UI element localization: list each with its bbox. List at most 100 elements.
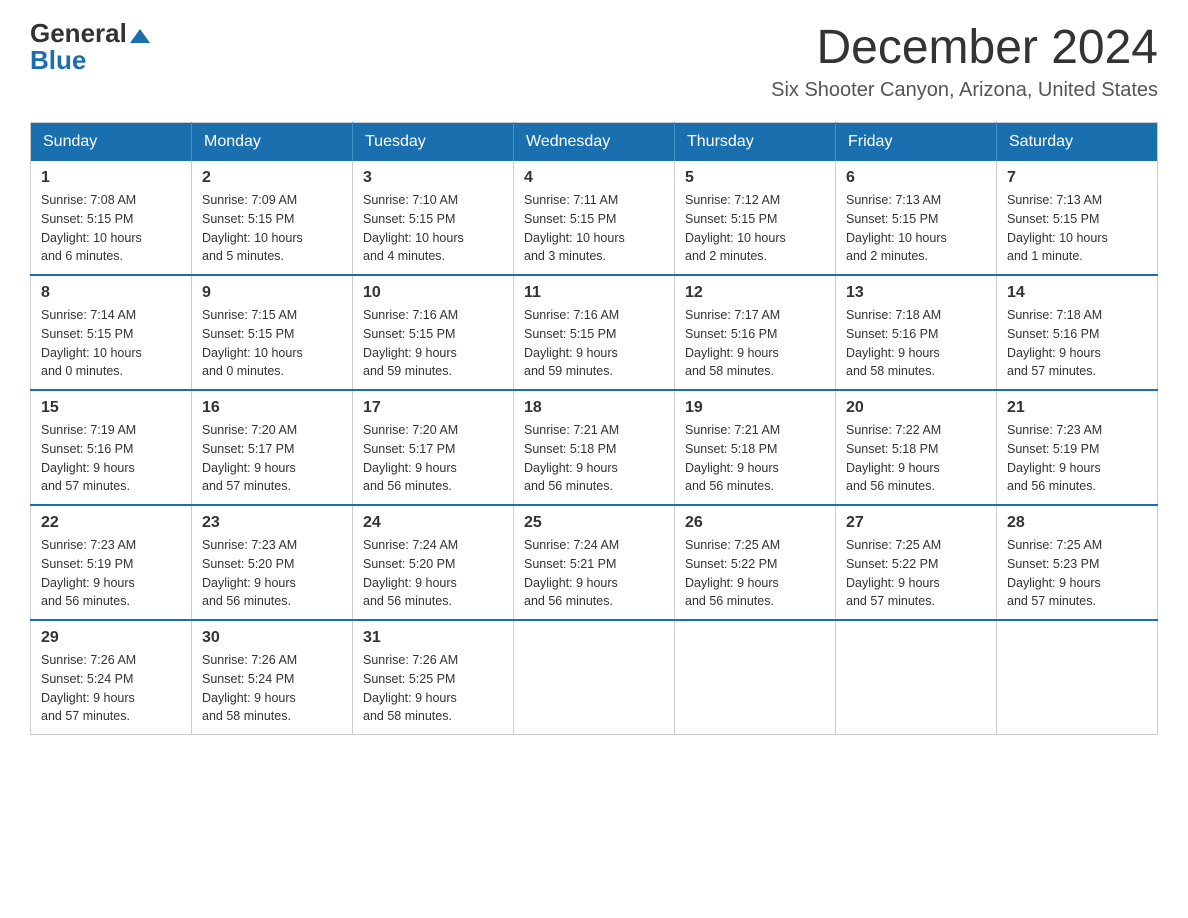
table-row: 16 Sunrise: 7:20 AMSunset: 5:17 PMDayligh… bbox=[192, 390, 353, 505]
calendar-week-row: 22 Sunrise: 7:23 AMSunset: 5:19 PMDayligh… bbox=[31, 505, 1158, 620]
table-row: 14 Sunrise: 7:18 AMSunset: 5:16 PMDayligh… bbox=[997, 275, 1158, 390]
day-info: Sunrise: 7:13 AMSunset: 5:15 PMDaylight:… bbox=[846, 191, 986, 266]
day-number: 28 bbox=[1007, 514, 1147, 532]
table-row: 30 Sunrise: 7:26 AMSunset: 5:24 PMDayligh… bbox=[192, 620, 353, 735]
day-info: Sunrise: 7:15 AMSunset: 5:15 PMDaylight:… bbox=[202, 306, 342, 381]
month-title: December 2024 bbox=[771, 20, 1158, 75]
day-info: Sunrise: 7:23 AMSunset: 5:20 PMDaylight:… bbox=[202, 536, 342, 611]
header-tuesday: Tuesday bbox=[353, 123, 514, 162]
day-info: Sunrise: 7:26 AMSunset: 5:24 PMDaylight:… bbox=[202, 651, 342, 726]
day-info: Sunrise: 7:22 AMSunset: 5:18 PMDaylight:… bbox=[846, 421, 986, 496]
table-row: 7 Sunrise: 7:13 AMSunset: 5:15 PMDaylight… bbox=[997, 161, 1158, 275]
table-row: 28 Sunrise: 7:25 AMSunset: 5:23 PMDayligh… bbox=[997, 505, 1158, 620]
day-info: Sunrise: 7:13 AMSunset: 5:15 PMDaylight:… bbox=[1007, 191, 1147, 266]
day-info: Sunrise: 7:25 AMSunset: 5:22 PMDaylight:… bbox=[846, 536, 986, 611]
day-number: 4 bbox=[524, 169, 664, 187]
day-info: Sunrise: 7:17 AMSunset: 5:16 PMDaylight:… bbox=[685, 306, 825, 381]
day-info: Sunrise: 7:14 AMSunset: 5:15 PMDaylight:… bbox=[41, 306, 181, 381]
day-number: 13 bbox=[846, 284, 986, 302]
day-number: 1 bbox=[41, 169, 181, 187]
day-info: Sunrise: 7:20 AMSunset: 5:17 PMDaylight:… bbox=[363, 421, 503, 496]
day-info: Sunrise: 7:08 AMSunset: 5:15 PMDaylight:… bbox=[41, 191, 181, 266]
day-info: Sunrise: 7:23 AMSunset: 5:19 PMDaylight:… bbox=[1007, 421, 1147, 496]
day-number: 15 bbox=[41, 399, 181, 417]
day-info: Sunrise: 7:24 AMSunset: 5:20 PMDaylight:… bbox=[363, 536, 503, 611]
calendar-week-row: 8 Sunrise: 7:14 AMSunset: 5:15 PMDaylight… bbox=[31, 275, 1158, 390]
day-number: 7 bbox=[1007, 169, 1147, 187]
day-info: Sunrise: 7:18 AMSunset: 5:16 PMDaylight:… bbox=[846, 306, 986, 381]
day-number: 2 bbox=[202, 169, 342, 187]
day-number: 30 bbox=[202, 629, 342, 647]
day-number: 18 bbox=[524, 399, 664, 417]
day-number: 10 bbox=[363, 284, 503, 302]
day-number: 26 bbox=[685, 514, 825, 532]
table-row bbox=[675, 620, 836, 735]
header-monday: Monday bbox=[192, 123, 353, 162]
day-info: Sunrise: 7:21 AMSunset: 5:18 PMDaylight:… bbox=[524, 421, 664, 496]
table-row: 4 Sunrise: 7:11 AMSunset: 5:15 PMDaylight… bbox=[514, 161, 675, 275]
table-row: 3 Sunrise: 7:10 AMSunset: 5:15 PMDaylight… bbox=[353, 161, 514, 275]
calendar-week-row: 29 Sunrise: 7:26 AMSunset: 5:24 PMDayligh… bbox=[31, 620, 1158, 735]
day-info: Sunrise: 7:10 AMSunset: 5:15 PMDaylight:… bbox=[363, 191, 503, 266]
table-row: 1 Sunrise: 7:08 AMSunset: 5:15 PMDaylight… bbox=[31, 161, 192, 275]
table-row: 26 Sunrise: 7:25 AMSunset: 5:22 PMDayligh… bbox=[675, 505, 836, 620]
day-number: 17 bbox=[363, 399, 503, 417]
day-number: 16 bbox=[202, 399, 342, 417]
table-row: 23 Sunrise: 7:23 AMSunset: 5:20 PMDayligh… bbox=[192, 505, 353, 620]
day-number: 29 bbox=[41, 629, 181, 647]
table-row bbox=[514, 620, 675, 735]
table-row: 13 Sunrise: 7:18 AMSunset: 5:16 PMDayligh… bbox=[836, 275, 997, 390]
day-number: 31 bbox=[363, 629, 503, 647]
table-row bbox=[997, 620, 1158, 735]
table-row: 27 Sunrise: 7:25 AMSunset: 5:22 PMDayligh… bbox=[836, 505, 997, 620]
table-row: 25Sunrise: 7:24 AMSunset: 5:21 PMDayligh… bbox=[514, 505, 675, 620]
table-row: 5 Sunrise: 7:12 AMSunset: 5:15 PMDaylight… bbox=[675, 161, 836, 275]
day-info: Sunrise: 7:24 AMSunset: 5:21 PMDaylight:… bbox=[524, 536, 664, 611]
table-row: 31 Sunrise: 7:26 AMSunset: 5:25 PMDayligh… bbox=[353, 620, 514, 735]
day-number: 22 bbox=[41, 514, 181, 532]
table-row: 22 Sunrise: 7:23 AMSunset: 5:19 PMDayligh… bbox=[31, 505, 192, 620]
day-info: Sunrise: 7:18 AMSunset: 5:16 PMDaylight:… bbox=[1007, 306, 1147, 381]
title-section: December 2024 Six Shooter Canyon, Arizon… bbox=[771, 20, 1158, 102]
day-number: 20 bbox=[846, 399, 986, 417]
day-info: Sunrise: 7:25 AMSunset: 5:23 PMDaylight:… bbox=[1007, 536, 1147, 611]
table-row: 20 Sunrise: 7:22 AMSunset: 5:18 PMDayligh… bbox=[836, 390, 997, 505]
day-number: 6 bbox=[846, 169, 986, 187]
table-row: 17 Sunrise: 7:20 AMSunset: 5:17 PMDayligh… bbox=[353, 390, 514, 505]
day-info: Sunrise: 7:12 AMSunset: 5:15 PMDaylight:… bbox=[685, 191, 825, 266]
header-wednesday: Wednesday bbox=[514, 123, 675, 162]
day-info: Sunrise: 7:26 AMSunset: 5:25 PMDaylight:… bbox=[363, 651, 503, 726]
calendar-table: Sunday Monday Tuesday Wednesday Thursday… bbox=[30, 122, 1158, 735]
weekday-header-row: Sunday Monday Tuesday Wednesday Thursday… bbox=[31, 123, 1158, 162]
table-row: 2Sunrise: 7:09 AMSunset: 5:15 PMDaylight… bbox=[192, 161, 353, 275]
day-info: Sunrise: 7:11 AMSunset: 5:15 PMDaylight:… bbox=[524, 191, 664, 266]
page-header: General Blue December 2024 Six Shooter C… bbox=[30, 20, 1158, 102]
day-number: 27 bbox=[846, 514, 986, 532]
header-thursday: Thursday bbox=[675, 123, 836, 162]
day-info: Sunrise: 7:23 AMSunset: 5:19 PMDaylight:… bbox=[41, 536, 181, 611]
header-friday: Friday bbox=[836, 123, 997, 162]
day-info: Sunrise: 7:16 AMSunset: 5:15 PMDaylight:… bbox=[524, 306, 664, 381]
location-title: Six Shooter Canyon, Arizona, United Stat… bbox=[771, 79, 1158, 102]
table-row: 15Sunrise: 7:19 AMSunset: 5:16 PMDayligh… bbox=[31, 390, 192, 505]
table-row: 6 Sunrise: 7:13 AMSunset: 5:15 PMDaylight… bbox=[836, 161, 997, 275]
day-info: Sunrise: 7:20 AMSunset: 5:17 PMDaylight:… bbox=[202, 421, 342, 496]
table-row: 11Sunrise: 7:16 AMSunset: 5:15 PMDayligh… bbox=[514, 275, 675, 390]
table-row: 10 Sunrise: 7:16 AMSunset: 5:15 PMDayligh… bbox=[353, 275, 514, 390]
table-row: 29 Sunrise: 7:26 AMSunset: 5:24 PMDayligh… bbox=[31, 620, 192, 735]
logo: General Blue bbox=[30, 20, 150, 73]
day-info: Sunrise: 7:26 AMSunset: 5:24 PMDaylight:… bbox=[41, 651, 181, 726]
header-sunday: Sunday bbox=[31, 123, 192, 162]
day-number: 14 bbox=[1007, 284, 1147, 302]
day-info: Sunrise: 7:21 AMSunset: 5:18 PMDaylight:… bbox=[685, 421, 825, 496]
day-number: 5 bbox=[685, 169, 825, 187]
day-info: Sunrise: 7:16 AMSunset: 5:15 PMDaylight:… bbox=[363, 306, 503, 381]
table-row bbox=[836, 620, 997, 735]
day-number: 3 bbox=[363, 169, 503, 187]
calendar-week-row: 15Sunrise: 7:19 AMSunset: 5:16 PMDayligh… bbox=[31, 390, 1158, 505]
day-number: 8 bbox=[41, 284, 181, 302]
logo-text-blue: Blue bbox=[30, 45, 86, 75]
day-number: 23 bbox=[202, 514, 342, 532]
day-info: Sunrise: 7:25 AMSunset: 5:22 PMDaylight:… bbox=[685, 536, 825, 611]
day-number: 24 bbox=[363, 514, 503, 532]
